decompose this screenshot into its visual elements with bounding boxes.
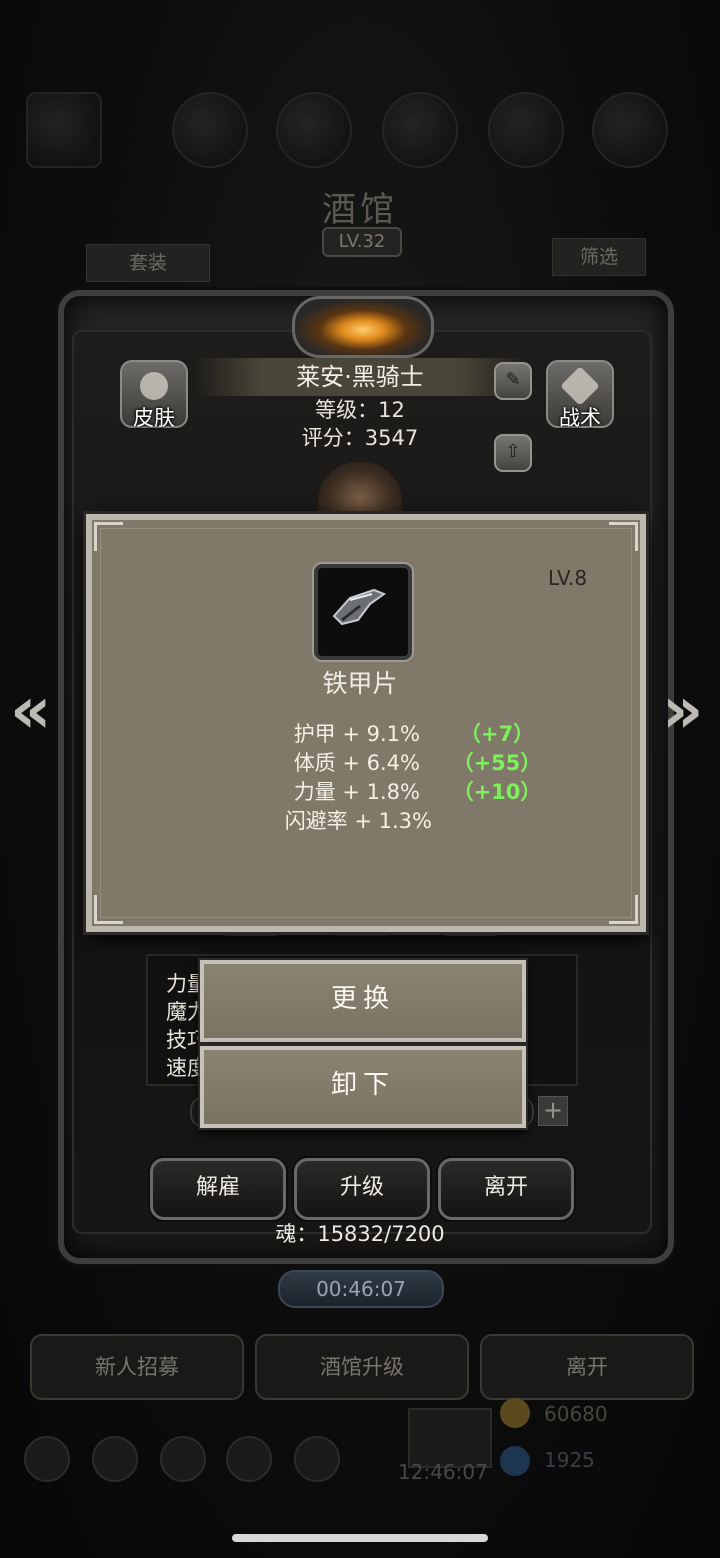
tavern-level-badge: LV.32 (322, 227, 402, 257)
recruit-timer: 00:46:07 (278, 1270, 444, 1308)
tavern-upgrade-button: 酒馆升级 (255, 1334, 469, 1400)
skin-icon (140, 372, 168, 400)
attr-dodge: 闪避率 + 1.3% (284, 809, 432, 833)
add-exp-button[interactable]: + (538, 1096, 568, 1126)
upgrade-button[interactable]: 升级 (294, 1158, 430, 1220)
leave-button[interactable]: 离开 (438, 1158, 574, 1220)
dismiss-button[interactable]: 解雇 (150, 1158, 286, 1220)
item-name: 铁甲片 (322, 669, 398, 698)
bottom-nav-icon-3 (160, 1436, 206, 1482)
iron-armor-plate-icon (332, 588, 387, 626)
orange-rune-icon (172, 92, 248, 168)
bottom-nav-icon-1 (24, 1436, 70, 1482)
tavern-title: 酒馆 (322, 190, 398, 230)
tactics-label: 战术 (559, 406, 601, 430)
soul-count: 魂：15832/7200 (275, 1222, 445, 1246)
attr-armor-bonus: （+7） (459, 722, 535, 746)
bottom-nav-icon-2 (92, 1436, 138, 1482)
hero-score: 评分：3547 (301, 426, 419, 450)
attr-constitution: 体质 + 6.4% (293, 751, 420, 775)
unequip-button[interactable]: 卸下 (200, 1046, 526, 1128)
skin-button[interactable]: 皮肤 (120, 360, 188, 430)
blue-claw-icon (488, 92, 564, 168)
corner-ornament (609, 895, 638, 924)
item-level: LV.8 (548, 566, 588, 590)
hero-name: 莱安·黑骑士 (296, 363, 424, 391)
recruit-button: 新人招募 (30, 1334, 244, 1400)
scroll-icon (276, 92, 352, 168)
chevron-left-icon: « (10, 674, 52, 748)
sword-icon (382, 92, 458, 168)
gem-amount: 1925 (544, 1448, 595, 1472)
prev-hero-arrow[interactable]: « (10, 674, 56, 748)
replace-button[interactable]: 更换 (200, 960, 526, 1042)
gear-icon (560, 366, 600, 406)
attr-strength-bonus: （+10） (452, 780, 542, 804)
share-icon[interactable]: ⇧ (494, 434, 532, 472)
tactics-button[interactable]: 战术 (546, 360, 614, 430)
corner-ornament (94, 895, 123, 924)
skin-label: 皮肤 (133, 406, 175, 430)
gold-coin-icon (500, 1398, 530, 1428)
filter-button: 筛选 (552, 238, 646, 276)
bottom-nav-icon-5 (294, 1436, 340, 1482)
gold-amount: 60680 (544, 1402, 608, 1426)
hero-level: 等级：12 (315, 398, 405, 422)
edit-name-icon[interactable]: ✎ (494, 362, 532, 400)
attr-armor: 护甲 + 9.1% (293, 722, 420, 746)
next-hero-arrow[interactable]: » (662, 674, 708, 748)
set-button: 套装 (86, 244, 210, 282)
clock-readout: 12:46:07 (398, 1460, 488, 1484)
crescent-moon-crest-icon (292, 296, 434, 358)
shop-icon (26, 92, 102, 168)
corner-ornament (609, 522, 638, 551)
attr-constitution-bonus: （+55） (452, 751, 542, 775)
attr-strength: 力量 + 1.8% (293, 780, 420, 804)
corner-ornament (94, 522, 123, 551)
gem-icon (500, 1446, 530, 1476)
chevron-right-icon: » (662, 674, 704, 748)
bottom-nav-icon-4 (226, 1436, 272, 1482)
gift-icon (408, 1408, 492, 1468)
tavern-leave-button: 离开 (480, 1334, 694, 1400)
home-indicator[interactable] (232, 1534, 488, 1542)
menu-icon (592, 92, 668, 168)
